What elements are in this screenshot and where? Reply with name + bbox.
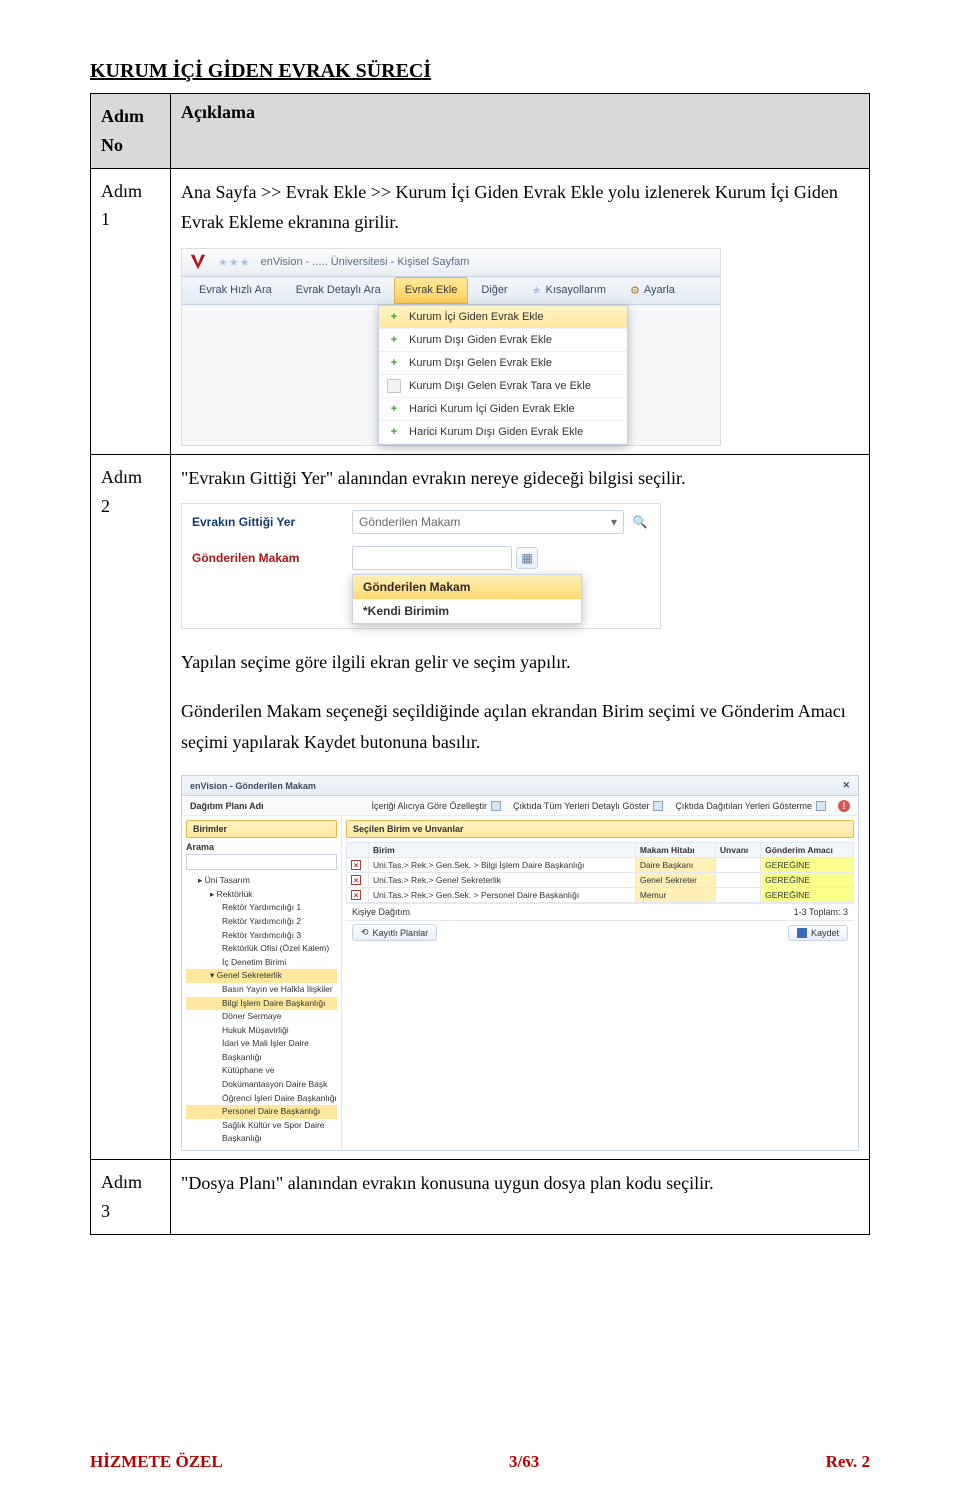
tree-hm[interactable]: Hukuk Müşavirliği [186, 1024, 337, 1038]
kayitli-planlar-button[interactable]: ⟲Kayıtlı Planlar [352, 924, 437, 941]
gear-icon: ⚙ [630, 284, 640, 297]
close-icon[interactable]: ✕ [842, 780, 850, 791]
table-row[interactable]: × Uni.Tas.> Rek.> Genel Sekreterlik Gene… [347, 873, 854, 888]
label-evrakin-gittigi-yer: Evrakın Gittiği Yer [192, 515, 352, 529]
table-row[interactable]: × Uni.Tas.> Rek.> Gen.Sek. > Personel Da… [347, 888, 854, 903]
plus-icon: + [387, 310, 401, 324]
birimler-header: Birimler [186, 820, 337, 838]
dropdown-gittigi-yer[interactable]: Gönderilen Makam ▾ [352, 510, 624, 534]
evrak-ekle-dropdown: +Kurum İçi Giden Evrak Ekle +Kurum Dışı … [378, 305, 628, 445]
plus-icon: + [387, 333, 401, 347]
star-icon: ★ [532, 284, 542, 297]
option-kendi-birimim[interactable]: *Kendi Birimim [353, 599, 581, 623]
step-1-label: Adım 1 [91, 168, 171, 454]
tree-sksdb[interactable]: Sağlık Kültür ve Spor Daire Başkanlığı [186, 1119, 337, 1146]
step-2-para1: Yapılan seçime göre ilgili ekran gelir v… [181, 647, 859, 678]
th-makam: Makam Hitabı [635, 843, 715, 858]
screenshot-app-menu: ★★★ enVision - ..... Üniversitesi - Kişi… [181, 248, 721, 446]
field-gonderilen-makam[interactable] [352, 546, 512, 570]
tree-byhi[interactable]: Basın Yayın ve Halkla İlişkiler [186, 983, 337, 997]
tab-evrak-ekle[interactable]: Evrak Ekle [394, 277, 469, 304]
kisiye-dagitim-label: Kişiye Dağıtım [352, 907, 410, 917]
detail-button[interactable]: ▦ [516, 547, 538, 569]
tree-uni[interactable]: ▸ Üni Tasarım [186, 874, 337, 888]
menu-kurum-disi-gelen[interactable]: +Kurum Dışı Gelen Evrak Ekle [379, 352, 627, 375]
page-title: KURUM İÇİ GİDEN EVRAK SÜRECİ [90, 60, 870, 83]
save-icon: ⟲ [361, 927, 369, 938]
plus-icon: + [387, 402, 401, 416]
disk-icon [797, 928, 807, 938]
tab-evrak-hizli-ara[interactable]: Evrak Hızlı Ara [188, 277, 283, 304]
step-1-desc: Ana Sayfa >> Evrak Ekle >> Kurum İçi Gid… [181, 177, 859, 238]
tree-ry2[interactable]: Rektör Yardımcılığı 2 [186, 915, 337, 929]
tab-diger[interactable]: Diğer [470, 277, 518, 304]
label-arama: Arama [186, 842, 337, 852]
screenshot-gittigi-yer: Evrakın Gittiği Yer Gönderilen Makam ▾ 🔍… [181, 503, 661, 629]
label-gonderilen-makam: Gönderilen Makam [192, 551, 352, 565]
kaydet-button[interactable]: Kaydet [788, 925, 848, 941]
menu-kurum-disi-gelen-tara[interactable]: Kurum Dışı Gelen Evrak Tara ve Ekle [379, 375, 627, 398]
th-unvan: Unvanı [715, 843, 760, 858]
option-gonderilen-makam[interactable]: Gönderilen Makam [353, 575, 581, 599]
dialog-title: enVision - Gönderilen Makam [190, 781, 316, 791]
tree-imidb[interactable]: İdari ve Mali İşler Daire Başkanlığı [186, 1037, 337, 1064]
inspect-icon[interactable]: 🔍 [630, 512, 650, 532]
org-tree: ▸ Üni Tasarım ▸ Rektörlük Rektör Yardımc… [186, 874, 337, 1146]
plus-icon: + [387, 425, 401, 439]
tree-ry3[interactable]: Rektör Yardımcılığı 3 [186, 929, 337, 943]
menu-kurum-ici-giden[interactable]: +Kurum İçi Giden Evrak Ekle [379, 306, 627, 329]
menu-kurum-disi-giden[interactable]: +Kurum Dışı Giden Evrak Ekle [379, 329, 627, 352]
delete-icon[interactable]: × [351, 890, 361, 900]
footer-left: HİZMETE ÖZEL [90, 1452, 223, 1472]
secilen-header: Seçilen Birim ve Unvanlar [346, 820, 854, 838]
tree-ofis[interactable]: Rektörlük Ofisi (Özel Kalem) [186, 942, 337, 956]
step-2-intro: "Evrakın Gittiği Yer" alanından evrakın … [181, 463, 859, 494]
document-icon [387, 379, 401, 393]
step-3-label: Adım 3 [91, 1160, 171, 1235]
screenshot-gonderilen-makam-dialog: enVision - Gönderilen Makam ✕ Dağıtım Pl… [181, 775, 859, 1151]
chk-icerik-ozel[interactable]: İçeriği Alıcıya Göre Özelleştir [371, 801, 501, 811]
chk-dagitilan[interactable]: Çıktıda Dağıtılan Yerleri Gösterme [675, 801, 826, 811]
col-header-step: Adım No [91, 94, 171, 169]
chevron-down-icon: ▾ [611, 515, 617, 529]
app-logo-icon [188, 252, 208, 272]
app-title: enVision - ..... Üniversitesi - Kişisel … [261, 256, 470, 268]
menu-harici-kurum-disi[interactable]: +Harici Kurum Dışı Giden Evrak Ekle [379, 421, 627, 444]
th-birim: Birim [369, 843, 636, 858]
tree-ry1[interactable]: Rektör Yardımcılığı 1 [186, 901, 337, 915]
footer-right: Rev. 2 [826, 1452, 870, 1472]
page-footer: HİZMETE ÖZEL 3/63 Rev. 2 [90, 1452, 870, 1472]
tab-evrak-detayli-ara[interactable]: Evrak Detaylı Ara [285, 277, 392, 304]
step-2-label: Adım 2 [91, 454, 171, 1159]
favorites-stars-icon: ★★★ [218, 256, 251, 269]
tree-kddb[interactable]: Kütüphane ve Dokümantasyon Daire Başk [186, 1064, 337, 1091]
plus-icon: + [387, 356, 401, 370]
tree-rektorluk[interactable]: ▸ Rektörlük [186, 888, 337, 902]
menu-harici-kurum-ici[interactable]: +Harici Kurum İçi Giden Evrak Ekle [379, 398, 627, 421]
tree-ds[interactable]: Döner Sermaye [186, 1010, 337, 1024]
tab-ayarla[interactable]: ⚙Ayarla [619, 277, 686, 304]
step-2-para2: Gönderilen Makam seçeneği seçildiğinde a… [181, 696, 859, 757]
tree-gensek[interactable]: ▾ Genel Sekreterlik [186, 969, 337, 983]
label-dagitim-plani: Dağıtım Planı Adı [190, 801, 359, 811]
step-3-desc: "Dosya Planı" alanından evrakın konusuna… [181, 1168, 859, 1199]
delete-icon[interactable]: × [351, 875, 361, 885]
delete-icon[interactable]: × [351, 860, 361, 870]
selected-table: Birim Makam Hitabı Unvanı Gönderim Amacı… [346, 842, 854, 903]
th-amac: Gönderim Amacı [761, 843, 854, 858]
tree-icd[interactable]: İç Denetim Birimi [186, 956, 337, 970]
col-header-desc: Açıklama [171, 94, 870, 169]
tree-pdb[interactable]: Personel Daire Başkanlığı [186, 1105, 337, 1119]
warning-icon: ! [838, 800, 850, 812]
gittigi-yer-options: Gönderilen Makam *Kendi Birimim [352, 574, 582, 624]
toplam-label: 1-3 Toplam: 3 [794, 907, 848, 917]
footer-center: 3/63 [509, 1452, 539, 1472]
search-input[interactable] [186, 854, 337, 870]
tab-kisayollarim[interactable]: ★Kısayollarım [521, 277, 617, 304]
process-steps-table: Adım No Açıklama Adım 1 Ana Sayfa >> Evr… [90, 93, 870, 1235]
tree-bidb[interactable]: Bilgi İşlem Daire Başkanlığı [186, 997, 337, 1011]
tree-oidb[interactable]: Öğrenci İşleri Daire Başkanlığı [186, 1092, 337, 1106]
chk-tum-yerler[interactable]: Çıktıda Tüm Yerleri Detaylı Göster [513, 801, 663, 811]
table-row[interactable]: × Uni.Tas.> Rek.> Gen.Sek. > Bilgi İşlem… [347, 858, 854, 873]
